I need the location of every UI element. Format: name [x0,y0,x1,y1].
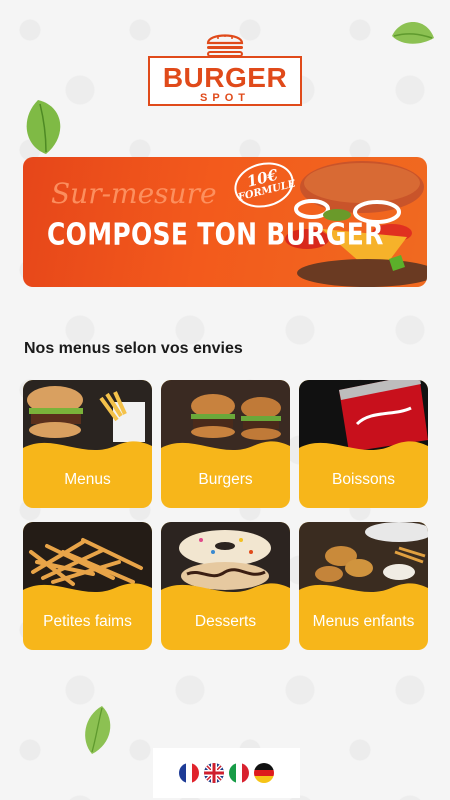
language-selector [153,748,300,798]
france-flag-icon[interactable] [179,763,199,783]
category-label: Petites faims [43,612,132,630]
logo-tagline: SPOT [200,92,250,104]
section-title: Nos menus selon vos envies [24,340,243,357]
category-card-boissons[interactable]: Boissons [299,380,428,508]
category-label: Burgers [198,470,253,488]
basil-leaf-icon [85,706,111,754]
category-card-burgers[interactable]: Burgers [161,380,290,508]
basil-leaf-icon [26,100,61,154]
uk-flag-icon[interactable] [204,763,224,783]
category-card-petites-faims[interactable]: Petites faims [23,522,152,650]
category-label: Menus [64,470,111,488]
compose-burger-banner[interactable]: Sur-mesure COMPOSE TON BURGER 10€ FORMUL… [23,157,427,287]
banner-script-text: Sur-mesure [51,177,217,210]
basil-leaf-icon [392,22,434,44]
banner-title: COMPOSE TON BURGER [47,217,384,252]
italy-flag-icon[interactable] [229,763,249,783]
category-card-desserts[interactable]: Desserts [161,522,290,650]
germany-flag-icon[interactable] [254,763,274,783]
logo-name: BURGER [162,62,288,93]
category-label: Menus enfants [312,612,415,630]
category-card-menus[interactable]: Menus [23,380,152,508]
category-label: Boissons [332,470,395,488]
category-label: Desserts [194,612,257,630]
category-card-menus-enfants[interactable]: Menus enfants [299,522,428,650]
brand-logo[interactable]: BURGER SPOT [148,28,302,108]
